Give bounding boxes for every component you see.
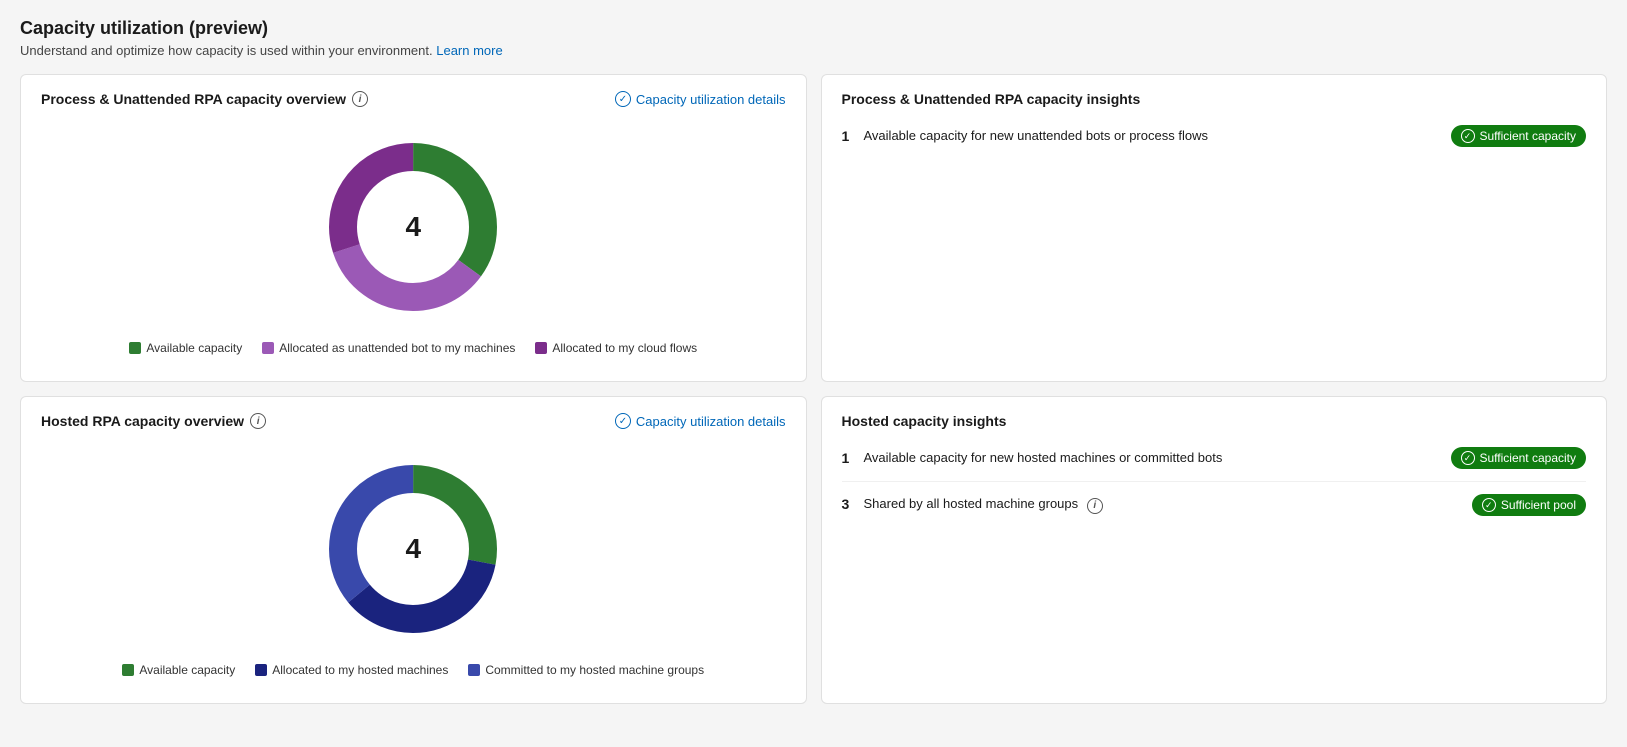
hosted-insight-row-2: 3 Shared by all hosted machine groups i … <box>842 482 1587 528</box>
hosted-insights-card: Hosted capacity insights 1 Available cap… <box>821 396 1608 704</box>
hosted-insight-number-1: 1 <box>842 450 856 466</box>
hosted-overview-header: Hosted RPA capacity overview i ✓ Capacit… <box>41 413 786 429</box>
shared-info-icon[interactable]: i <box>1087 498 1103 514</box>
legend-available: Available capacity <box>129 341 242 355</box>
hosted-insight-badge-1: ✓ Sufficient capacity <box>1451 447 1587 469</box>
hosted-overview-card: Hosted RPA capacity overview i ✓ Capacit… <box>20 396 807 704</box>
hosted-insight-number-2: 3 <box>842 496 856 512</box>
hosted-legend-available: Available capacity <box>122 663 235 677</box>
hosted-legend-groups: Committed to my hosted machine groups <box>468 663 704 677</box>
process-overview-header: Process & Unattended RPA capacity overvi… <box>41 91 786 107</box>
hosted-insights-title: Hosted capacity insights <box>842 413 1587 429</box>
hosted-overview-chart: 4 Available capacity Allocated to my hos… <box>41 439 786 687</box>
hosted-insight-badge-2: ✓ Sufficient pool <box>1472 494 1586 516</box>
hosted-overview-info-icon[interactable]: i <box>250 413 266 429</box>
hosted-details-check-icon: ✓ <box>615 413 631 429</box>
process-insight-left-1: 1 Available capacity for new unattended … <box>842 128 1208 144</box>
process-insights-title: Process & Unattended RPA capacity insigh… <box>842 91 1587 107</box>
legend-dot-cloud <box>535 342 547 354</box>
process-donut-chart: 4 <box>313 127 513 327</box>
hosted-insight-left-2: 3 Shared by all hosted machine groups i <box>842 496 1103 514</box>
hosted-donut-center: 4 <box>405 533 421 565</box>
hosted-legend: Available capacity Allocated to my hoste… <box>122 663 704 677</box>
legend-unattended: Allocated as unattended bot to my machin… <box>262 341 515 355</box>
process-overview-title: Process & Unattended RPA capacity overvi… <box>41 91 368 107</box>
main-grid: Process & Unattended RPA capacity overvi… <box>20 74 1607 704</box>
legend-dot-available <box>129 342 141 354</box>
legend-dot-unattended <box>262 342 274 354</box>
process-overview-card: Process & Unattended RPA capacity overvi… <box>20 74 807 382</box>
details-check-icon: ✓ <box>615 91 631 107</box>
legend-cloud: Allocated to my cloud flows <box>535 341 697 355</box>
process-overview-info-icon[interactable]: i <box>352 91 368 107</box>
hosted-legend-dot-available <box>122 664 134 676</box>
hosted-insight-text-2: Shared by all hosted machine groups i <box>864 496 1103 514</box>
process-overview-chart: 4 Available capacity Allocated as unatte… <box>41 117 786 365</box>
process-insight-badge-1: ✓ Sufficient capacity <box>1451 125 1587 147</box>
learn-more-link[interactable]: Learn more <box>436 43 502 58</box>
process-overview-details-link[interactable]: ✓ Capacity utilization details <box>615 91 786 107</box>
page-subtitle: Understand and optimize how capacity is … <box>20 43 1607 58</box>
process-insight-row-1: 1 Available capacity for new unattended … <box>842 113 1587 159</box>
hosted-insight-row-1: 1 Available capacity for new hosted mach… <box>842 435 1587 482</box>
hosted-overview-title: Hosted RPA capacity overview i <box>41 413 266 429</box>
hosted-legend-machines: Allocated to my hosted machines <box>255 663 448 677</box>
hosted-insight-left-1: 1 Available capacity for new hosted mach… <box>842 450 1223 466</box>
hosted-overview-details-link[interactable]: ✓ Capacity utilization details <box>615 413 786 429</box>
badge-check-icon-1: ✓ <box>1461 129 1475 143</box>
hosted-legend-dot-machines <box>255 664 267 676</box>
page-title: Capacity utilization (preview) <box>20 18 1607 39</box>
process-legend: Available capacity Allocated as unattend… <box>129 341 697 355</box>
badge-check-icon-hosted-1: ✓ <box>1461 451 1475 465</box>
hosted-insight-text-1: Available capacity for new hosted machin… <box>864 450 1223 465</box>
process-insight-number-1: 1 <box>842 128 856 144</box>
hosted-legend-dot-groups <box>468 664 480 676</box>
process-insights-card: Process & Unattended RPA capacity insigh… <box>821 74 1608 382</box>
badge-check-icon-hosted-2: ✓ <box>1482 498 1496 512</box>
process-donut-center: 4 <box>405 211 421 243</box>
process-insight-text-1: Available capacity for new unattended bo… <box>864 128 1208 143</box>
hosted-donut-chart: 4 <box>313 449 513 649</box>
